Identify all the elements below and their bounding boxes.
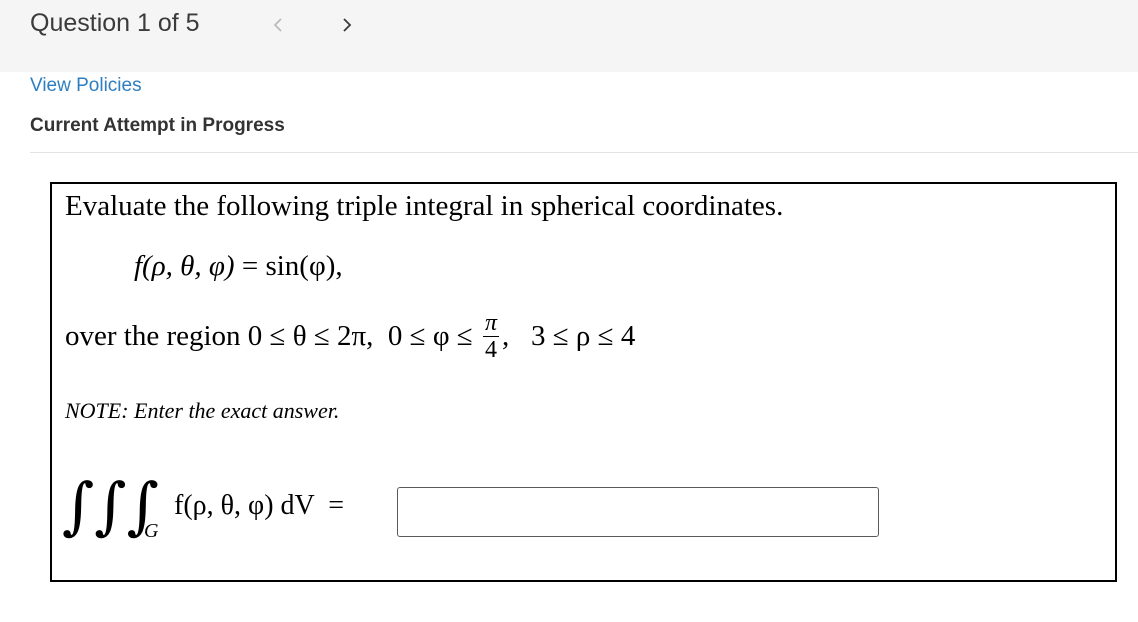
integrand: f(ρ, θ, φ) dV = xyxy=(174,490,345,521)
question-box: Evaluate the following triple integral i… xyxy=(50,182,1117,582)
attempt-status: Current Attempt in Progress xyxy=(30,115,285,136)
region-definition: over the region 0 ≤ θ ≤ 2π, 0 ≤ φ ≤ π4, … xyxy=(65,310,636,365)
answer-input[interactable] xyxy=(397,487,879,537)
chevron-left-icon xyxy=(273,18,282,32)
question-header-bar: Question 1 of 5 xyxy=(0,0,1138,72)
pi-over-four-fraction: π4 xyxy=(482,310,500,363)
chevron-right-icon xyxy=(343,18,352,32)
fraction-numerator: π xyxy=(484,310,498,336)
previous-question-button[interactable] xyxy=(266,13,290,37)
divider xyxy=(30,152,1138,153)
note-text: NOTE: Enter the exact answer. xyxy=(65,398,340,423)
region-prefix: over the region 0 ≤ θ ≤ 2π, 0 ≤ φ ≤ xyxy=(65,320,480,353)
question-instruction: Evaluate the following triple integral i… xyxy=(65,190,784,222)
region-suffix: , 3 ≤ ρ ≤ 4 xyxy=(502,320,636,353)
function-rhs: sin(φ), xyxy=(265,250,343,282)
function-equals: = xyxy=(234,250,266,282)
function-definition: f(ρ, θ, φ) = sin(φ), xyxy=(134,250,343,283)
view-policies-link[interactable]: View Policies xyxy=(30,75,142,97)
integral-subscript: G xyxy=(144,520,159,542)
function-lhs: f(ρ, θ, φ) xyxy=(134,250,235,282)
fraction-denominator: 4 xyxy=(485,337,497,363)
next-question-button[interactable] xyxy=(335,13,359,37)
question-counter: Question 1 of 5 xyxy=(30,9,200,37)
